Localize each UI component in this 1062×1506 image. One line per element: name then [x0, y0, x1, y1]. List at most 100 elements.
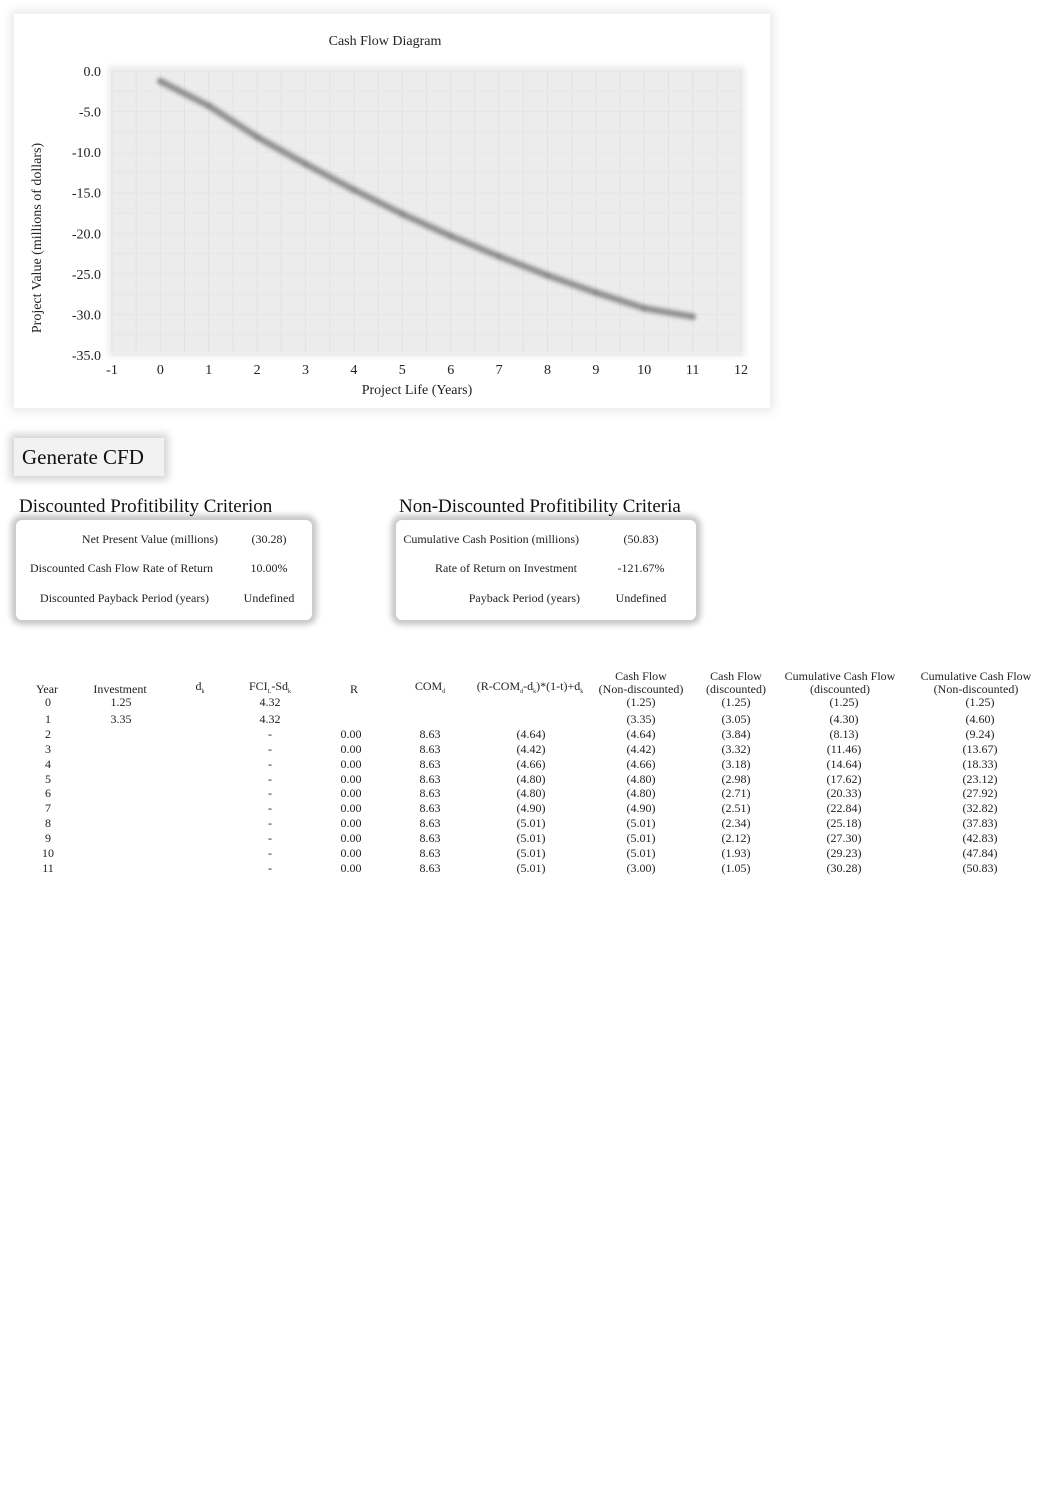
non-discounted-criteria-title: Non-Discounted Profitibility Criteria: [399, 496, 681, 517]
cell-com: 8.63: [419, 786, 441, 800]
cell-formula: (5.01): [516, 846, 546, 860]
cell-cf-d: (1.25): [721, 695, 751, 709]
data-point: [641, 305, 647, 311]
cell-fci: 4.32: [259, 695, 281, 709]
x-tick-label: 6: [447, 363, 454, 378]
header-cf-nondiscounted: Cash Flow (Non-discounted): [591, 670, 691, 696]
roi-value: -121.67%: [617, 561, 665, 575]
non-discounted-criteria-panel: Cumulative Cash Position (millions) (50.…: [396, 520, 696, 620]
discounted-criterion-panel: Net Present Value (millions) (30.28) Dis…: [16, 520, 312, 620]
cell-cf-nd: (4.80): [626, 772, 656, 786]
cell-ccf-nd: (42.83): [962, 831, 998, 845]
x-tick-label: 0: [157, 363, 164, 378]
data-point: [690, 314, 696, 320]
roi-row: Rate of Return on Investment -121.67%: [396, 561, 696, 579]
cell-cf-nd: (5.01): [626, 846, 656, 860]
npv-value: (30.28): [251, 532, 287, 546]
x-axis-label: Project Life (Years): [362, 383, 473, 398]
roi-label: Rate of Return on Investment: [435, 561, 577, 575]
cell-year: 2: [45, 727, 51, 741]
header-formula-a: (R-COM: [476, 679, 521, 693]
ccp-row: Cumulative Cash Position (millions) (50.…: [396, 532, 696, 550]
ccp-label: Cumulative Cash Position (millions): [403, 532, 579, 546]
cell-cf-nd: (3.00): [626, 861, 656, 875]
cell-ccf-d: (11.46): [826, 742, 862, 756]
cell-cf-d: (2.12): [721, 831, 751, 845]
npv-label: Net Present Value (millions): [81, 532, 218, 546]
header-dk-sub: k: [201, 689, 205, 695]
x-tick-label: 3: [302, 363, 309, 378]
cell-ccf-nd: (9.24): [965, 727, 995, 741]
cell-cf-d: (2.71): [721, 786, 751, 800]
header-formula: (R-COMd-dk)*(1-t)+dk: [465, 680, 595, 699]
data-point: [351, 187, 357, 193]
y-tick-label: 0.0: [84, 65, 102, 80]
header-com-sub: d: [442, 689, 446, 695]
cell-ccf-nd: (32.82): [962, 801, 998, 815]
dpbp-value: Undefined: [243, 591, 295, 605]
data-point: [593, 290, 599, 296]
cell-cf-nd: (4.80): [626, 786, 656, 800]
cell-investment: 3.35: [110, 712, 132, 726]
cell-ccf-d: (29.23): [826, 846, 862, 860]
cell-cf-d: (1.93): [721, 846, 751, 860]
cell-formula: (5.01): [516, 816, 546, 830]
cell-year: 7: [45, 801, 51, 815]
cell-cf-nd: (5.01): [626, 831, 656, 845]
cell-ccf-nd: (1.25): [965, 695, 995, 709]
header-r: R: [349, 682, 358, 696]
data-point: [496, 253, 502, 259]
cell-year: 6: [45, 786, 51, 800]
x-tick-label: 4: [350, 363, 357, 378]
cell-ccf-d: (4.30): [829, 712, 859, 726]
cell-com: 8.63: [419, 757, 441, 771]
x-axis-ticks: -1 0 1 2 3 4 5 6 7 8 9 10 11 12: [106, 363, 748, 378]
cell-com: 8.63: [419, 861, 441, 875]
header-ccf-discounted: Cumulative Cash Flow (discounted): [775, 670, 905, 696]
cell-formula: (4.80): [516, 772, 546, 786]
dcfrr-row: Discounted Cash Flow Rate of Return 10.0…: [16, 561, 312, 579]
cell-formula: (4.64): [516, 727, 546, 741]
cell-cf-d: (2.51): [721, 801, 751, 815]
cell-com: 8.63: [419, 846, 441, 860]
cell-cf-d: (3.32): [721, 742, 751, 756]
data-point: [448, 233, 454, 239]
header-com-text: COM: [414, 679, 443, 693]
cell-cf-d: (3.84): [721, 727, 751, 741]
header-com: COMd: [400, 680, 460, 699]
y-tick-label: -15.0: [72, 187, 101, 202]
cell-ccf-nd: (47.84): [962, 846, 998, 860]
cell-formula: (4.66): [516, 757, 546, 771]
pbp-row: Payback Period (years) Undefined: [396, 591, 696, 609]
npv-row: Net Present Value (millions) (30.28): [16, 532, 312, 550]
x-tick-label: -1: [106, 363, 118, 378]
cell-ccf-nd: (50.83): [962, 861, 998, 875]
y-tick-label: -5.0: [79, 106, 101, 121]
y-tick-label: -25.0: [72, 268, 101, 283]
x-tick-label: 2: [254, 363, 261, 378]
cell-cf-d: (3.18): [721, 757, 751, 771]
cell-ccf-nd: (27.92): [962, 786, 998, 800]
x-tick-label: 10: [637, 363, 651, 378]
data-point: [303, 161, 309, 167]
cell-cf-nd: (1.25): [626, 695, 656, 709]
discounted-criterion-title: Discounted Profitibility Criterion: [19, 496, 273, 517]
pbp-label: Payback Period (years): [468, 591, 580, 605]
cell-ccf-nd: (4.60): [965, 712, 995, 726]
dcfrr-value: 10.00%: [250, 561, 288, 575]
cell-year: 3: [45, 742, 51, 756]
cell-fci: 4.32: [259, 712, 281, 726]
dpbp-label: Discounted Payback Period (years): [40, 591, 209, 605]
cell-ccf-nd: (37.83): [962, 816, 998, 830]
cell-formula: (5.01): [516, 861, 546, 875]
cell-com: 8.63: [419, 801, 441, 815]
cell-cf-d: (2.98): [721, 772, 751, 786]
cell-ccf-nd: (23.12): [962, 772, 998, 786]
data-point: [399, 211, 405, 217]
cell-cf-nd: (4.90): [626, 801, 656, 815]
y-axis-label: Project Value (millions of dollars): [30, 143, 45, 334]
cell-formula: (4.90): [516, 801, 546, 815]
dcfrr-label: Discounted Cash Flow Rate of Return: [30, 561, 213, 575]
x-tick-label: 11: [686, 363, 699, 378]
generate-cfd-button[interactable]: Generate CFD: [14, 438, 164, 476]
